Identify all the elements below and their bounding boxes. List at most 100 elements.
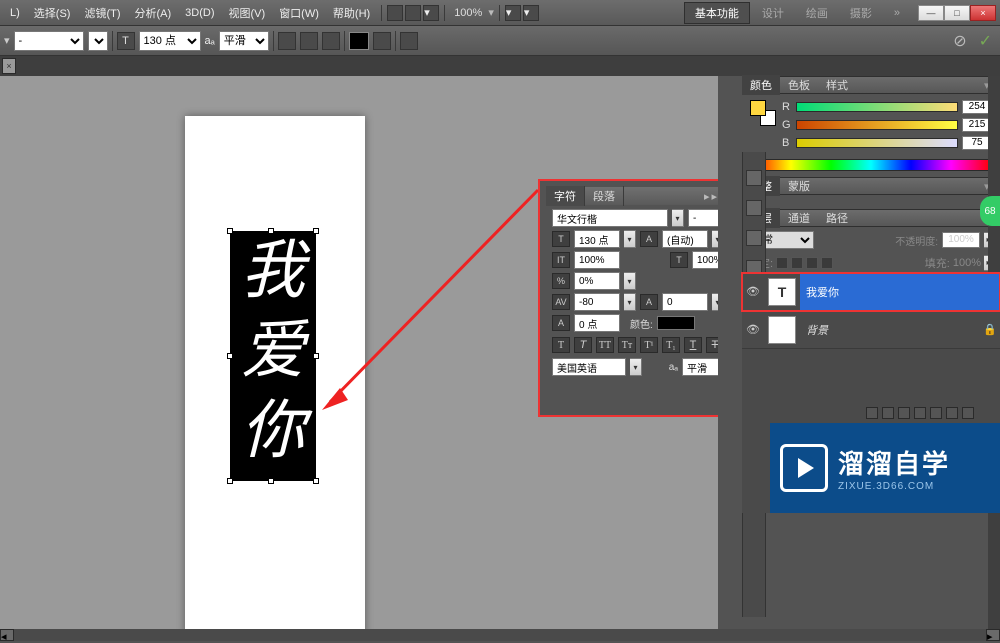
text-color-swatch[interactable]	[349, 32, 369, 50]
char-font-family[interactable]: 华文行楷	[552, 209, 668, 227]
menu-item[interactable]: 帮助(H)	[327, 2, 376, 24]
char-kerning[interactable]: -80	[574, 293, 620, 311]
char-tsume[interactable]: 0	[662, 293, 708, 311]
transform-handle[interactable]	[313, 228, 319, 234]
layer-name[interactable]: 背景	[800, 311, 980, 348]
char-leading[interactable]: (自动)	[662, 230, 708, 248]
dropdown-icon[interactable]: ▾	[624, 230, 636, 248]
commit-icon[interactable]: ✓	[975, 31, 996, 51]
g-slider[interactable]	[796, 120, 958, 130]
layer-row[interactable]: 👁 T 我爱你	[742, 273, 1000, 311]
fill-value[interactable]: 100%	[953, 257, 981, 269]
workspace-tab[interactable]: 摄影	[840, 3, 882, 23]
transform-handle[interactable]	[227, 228, 233, 234]
layer-fx-icon[interactable]	[882, 407, 894, 419]
dropdown-icon[interactable]: ▾	[624, 293, 636, 311]
align-bottom-icon[interactable]	[322, 32, 340, 50]
workspace-more[interactable]: »	[884, 5, 910, 21]
tab-channels[interactable]: 通道	[780, 208, 818, 228]
smallcaps-icon[interactable]: Tᴛ	[618, 337, 636, 353]
layer-mask-icon[interactable]	[898, 407, 910, 419]
char-tracking-pct[interactable]: 0%	[574, 272, 620, 290]
char-vscale[interactable]: 100%	[574, 251, 620, 269]
allcaps-icon[interactable]: TT	[596, 337, 614, 353]
menu-item[interactable]: 3D(D)	[179, 4, 220, 22]
launch-bridge-icon[interactable]	[387, 5, 403, 21]
lock-all-icon[interactable]	[821, 257, 833, 269]
layer-thumb[interactable]: T	[768, 278, 796, 306]
faux-bold-icon[interactable]: T	[552, 337, 570, 353]
new-layer-icon[interactable]	[946, 407, 958, 419]
tab-paragraph[interactable]: 段落	[585, 186, 624, 206]
transform-handle[interactable]	[313, 353, 319, 359]
workspace-tab-active[interactable]: 基本功能	[684, 2, 750, 24]
visibility-icon[interactable]: 👁	[742, 285, 764, 298]
font-style-select[interactable]: -	[88, 31, 108, 51]
align-center-icon[interactable]	[300, 32, 318, 50]
transform-handle[interactable]	[313, 478, 319, 484]
layer-row[interactable]: 👁 背景 🔒	[742, 311, 1000, 349]
dropdown-icon[interactable]: ▾	[624, 272, 636, 290]
tab-paths[interactable]: 路径	[818, 208, 856, 228]
tool-presets-panel-icon[interactable]	[746, 230, 762, 246]
char-hscale[interactable]: 100%	[692, 251, 718, 269]
arrange-docs-icon[interactable]: ▾	[505, 5, 521, 21]
transform-handle[interactable]	[268, 478, 274, 484]
view-extras-icon[interactable]: ▾	[423, 5, 439, 21]
menu-item[interactable]: 分析(A)	[129, 2, 178, 24]
group-icon[interactable]	[930, 407, 942, 419]
font-size-select[interactable]: 130 点	[139, 31, 201, 51]
workspace-tab[interactable]: 绘画	[796, 3, 838, 23]
minimize-button[interactable]: —	[918, 5, 944, 21]
workspace-tab[interactable]: 设计	[752, 3, 794, 23]
superscript-icon[interactable]: T¹	[640, 337, 658, 353]
align-top-icon[interactable]	[278, 32, 296, 50]
menu-item[interactable]: 选择(S)	[28, 2, 77, 24]
actions-panel-icon[interactable]	[746, 200, 762, 216]
color-spectrum[interactable]	[750, 159, 992, 171]
screen-mode-icon[interactable]: ▾	[523, 5, 539, 21]
fg-bg-swatch[interactable]	[750, 100, 776, 126]
trash-icon[interactable]	[962, 407, 974, 419]
dropdown-icon[interactable]: ▾	[672, 209, 684, 227]
r-slider[interactable]	[796, 102, 958, 112]
transform-handle[interactable]	[268, 228, 274, 234]
tab-masks[interactable]: 蒙版	[780, 176, 818, 196]
char-baseline[interactable]: 0 点	[574, 314, 620, 332]
scroll-left-icon[interactable]: ◂	[0, 629, 14, 641]
launch-minibridge-icon[interactable]	[405, 5, 421, 21]
menu-item[interactable]: L)	[4, 4, 26, 22]
warp-text-icon[interactable]	[373, 32, 391, 50]
opacity-value[interactable]: 100%	[942, 232, 980, 248]
scroll-right-icon[interactable]: ▸	[986, 629, 1000, 641]
lock-image-icon[interactable]	[791, 257, 803, 269]
close-button[interactable]: ×	[970, 5, 996, 21]
subscript-icon[interactable]: T₁	[662, 337, 680, 353]
font-family-select[interactable]: -	[14, 31, 84, 51]
dropdown-icon[interactable]: ▾	[712, 293, 718, 311]
transform-handle[interactable]	[227, 353, 233, 359]
antialias-select[interactable]: 平滑	[219, 31, 269, 51]
canvas[interactable]: 我 爱 你 字符 段落 ▸▸ ▾≡	[0, 76, 718, 629]
cancel-icon[interactable]: ⊘	[949, 31, 970, 51]
document-tab-close[interactable]: ×	[2, 58, 16, 74]
layer-name[interactable]: 我爱你	[800, 273, 1000, 310]
layer-thumb[interactable]	[768, 316, 796, 344]
link-layers-icon[interactable]	[866, 407, 878, 419]
strikethrough-icon[interactable]: T	[706, 337, 718, 353]
lock-transparent-icon[interactable]	[776, 257, 788, 269]
canvas-scrollbar[interactable]: ◂ ▸	[0, 629, 1000, 641]
char-color-swatch[interactable]	[657, 316, 695, 330]
maximize-button[interactable]: □	[944, 5, 970, 21]
char-antialias[interactable]: 平滑	[682, 358, 718, 376]
tab-character[interactable]: 字符	[546, 186, 585, 206]
adjustment-layer-icon[interactable]	[914, 407, 926, 419]
tab-swatches[interactable]: 色板	[780, 75, 818, 95]
menu-item[interactable]: 滤镜(T)	[78, 2, 126, 24]
tab-color[interactable]: 颜色	[742, 75, 780, 95]
char-panel-toggle-icon[interactable]	[400, 32, 418, 50]
faux-italic-icon[interactable]: T	[574, 337, 592, 353]
text-layer-box[interactable]: 我 爱 你	[230, 231, 316, 481]
underline-icon[interactable]: T	[684, 337, 702, 353]
char-font-style[interactable]: -	[688, 209, 718, 227]
